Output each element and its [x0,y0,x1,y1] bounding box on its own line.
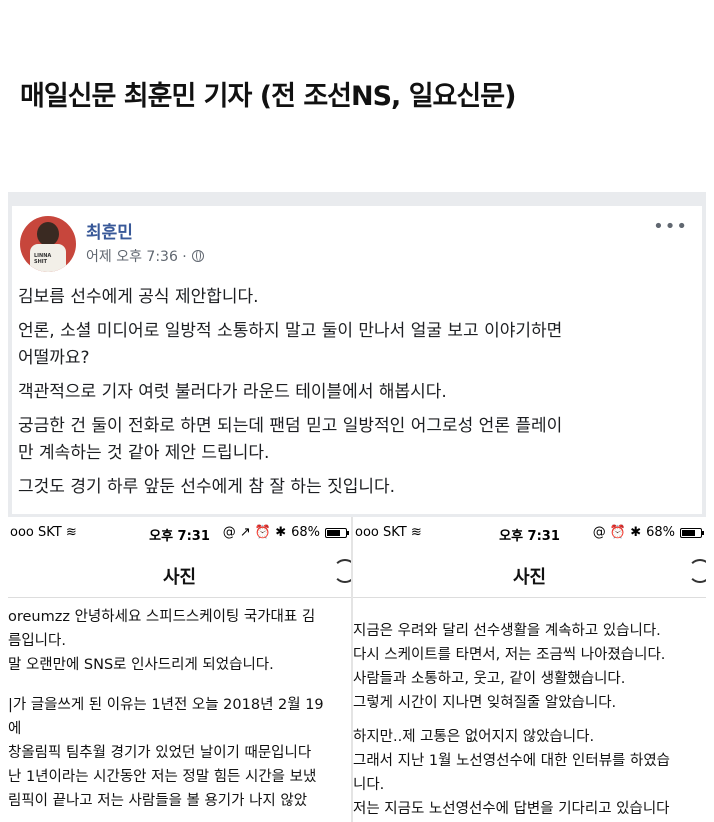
avatar-shirt: LINNA SHIT [30,244,66,272]
post-line: 언론, 소셜 미디어로 일방적 소통하지 말고 둘이 만나서 얼굴 보고 이야기… [18,321,563,341]
caption-line: 에 [8,721,22,737]
post-line: 그것도 경기 하루 앞둔 선수에게 참 잘 하는 짓입니다. [18,477,396,497]
post-author[interactable]: 최훈민 [86,218,133,243]
status-right: @ ⏰ ✱ 68% [592,525,704,540]
nav-divider [353,597,706,598]
refresh-icon[interactable] [688,559,706,583]
refresh-icon[interactable] [333,559,351,583]
post-line: 궁금한 건 둘이 전화로 하면 되는데 팬덤 믿고 일방적인 어그로성 언론 플… [18,416,563,436]
phone-screenshot-right: ooo SKT ≋ 오후 7:31 @ ⏰ ✱ 68% 사진 지금은 우려와 달… [353,517,706,822]
caption-line: 그렇게 시간이 지나면 잊혀질줄 알았습니다. [353,695,617,711]
post-line: 객관적으로 기자 여럿 불러다가 라운드 테이블에서 해봅시다. [18,382,447,402]
nav-title: 사진 [162,567,197,588]
avatar-head [37,222,59,246]
status-icons: @ ⏰ ✱ [592,525,642,540]
caption-line: 하지만..제 고통은 없어지지 않았습니다. [353,729,595,745]
carrier-label: ooo SKT ≋ [10,525,77,540]
caption-line: 난 1년이라는 시간동안 저는 정말 힘든 시간을 보냈 [8,769,317,785]
caption-line: 름입니다. [8,633,66,649]
battery-icon [680,527,704,538]
post-timestamp[interactable]: 어제 오후 7:36 · [86,246,187,266]
caption-line: 사람들과 소통하고, 웃고, 같이 생활했습니다. [353,671,626,687]
wifi-icon: ≋ [410,525,422,540]
phone-screenshot-left: ooo SKT ≋ 오후 7:31 @ ↗ ⏰ ✱ 68% ⟨ 사진 oreum… [8,517,351,822]
nav-divider [8,597,351,598]
post-meta: 어제 오후 7:36 · [86,246,204,266]
caption-line: 그래서 지난 1월 노선영선수에 대한 인터뷰를 하였습 [353,753,671,769]
more-dots-icon[interactable]: ••• [653,216,688,237]
status-right: @ ↗ ⏰ ✱ 68% [222,525,349,540]
caption-line: 다시 스케이트를 타면서, 저는 조금씩 나아졌습니다. [353,647,666,663]
post-line: 김보름 선수에게 공식 제안합니다. [18,287,259,307]
post-line: 어떨까요? [18,348,90,368]
post-line: 만 계속하는 것 같아 제안 드립니다. [18,443,270,463]
caption-line: 말 오랜만에 SNS로 인사드리게 되었습니다. [8,657,274,673]
facebook-post-screenshot: LINNA SHIT 최훈민 어제 오후 7:36 · ••• 김보름 선수에게… [8,192,706,517]
caption-line: |가 글을쓰게 된 이유는 1년전 오늘 2018년 2월 19 [8,697,324,713]
status-bar: ooo SKT ≋ 오후 7:31 @ ⏰ ✱ 68% [353,525,706,545]
carrier-label: ooo SKT ≋ [355,525,422,540]
avatar-shirt-text: LINNA SHIT [34,253,52,265]
caption-line: 저는 지금도 노선영선수에 답변을 기다리고 있습니다 [353,801,670,817]
battery-percent: 68% [291,525,320,540]
caption-line: oreumzz 안녕하세요 스피드스케이팅 국가대표 김 [8,609,316,625]
caption-line: 림픽이 끝나고 저는 사람들을 볼 용기가 나지 않았 [8,793,308,809]
wifi-icon: ≋ [65,525,77,540]
battery-percent: 68% [646,525,675,540]
post-card: LINNA SHIT 최훈민 어제 오후 7:36 · ••• 김보름 선수에게… [12,206,702,514]
status-bar: ooo SKT ≋ 오후 7:31 @ ↗ ⏰ ✱ 68% [8,525,351,545]
caption-line: 지금은 우려와 달리 선수생활을 계속하고 있습니다. [353,623,661,639]
globe-icon [191,250,204,262]
clock: 오후 7:31 [149,529,210,544]
avatar[interactable]: LINNA SHIT [20,216,76,272]
status-icons: @ ↗ ⏰ ✱ [222,525,287,540]
battery-icon [325,527,349,538]
clock: 오후 7:31 [499,529,560,544]
caption-line: 창올림픽 팀추월 경기가 있었던 날이기 때문입니다 [8,745,312,761]
caption-line: 니다. [353,777,385,793]
page-headline: 매일신문 최훈민 기자 (전 조선NS, 일요신문) [20,81,516,112]
nav-title: 사진 [512,567,547,588]
